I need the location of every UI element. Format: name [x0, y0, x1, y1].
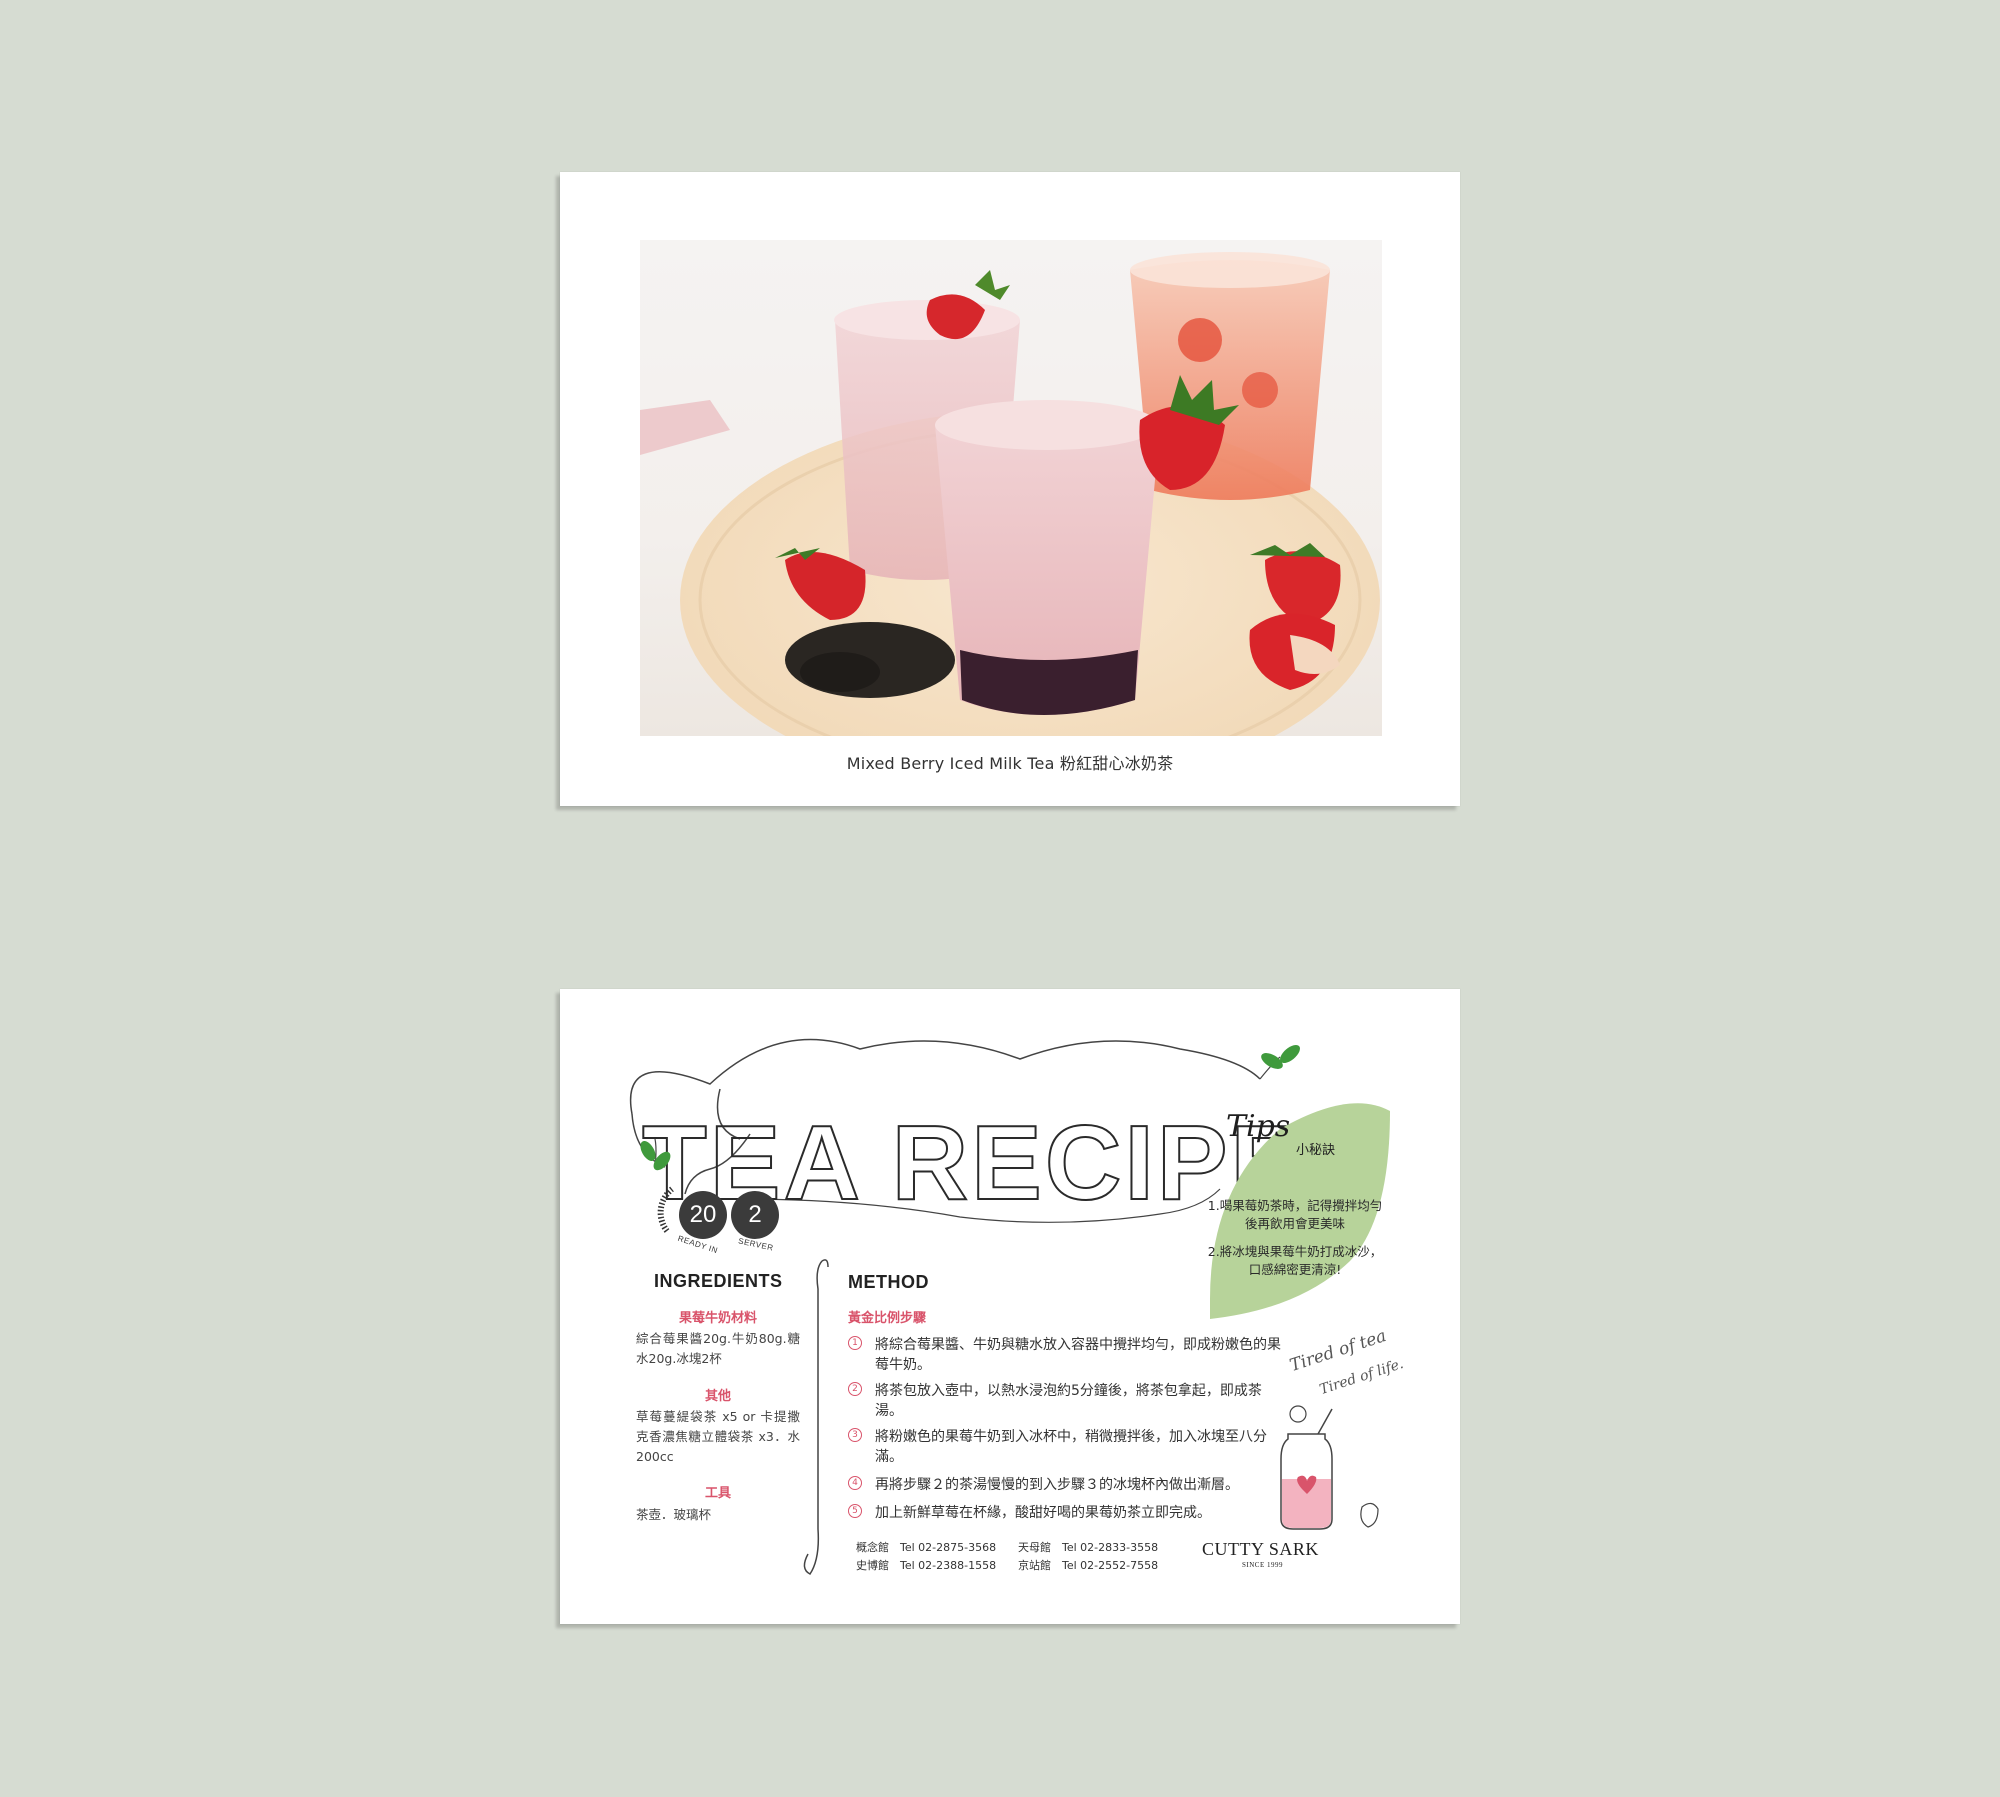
- step-text: 將茶包放入壺中，以熱水浸泡約5分鐘後，將茶包拿起，即成茶湯。: [875, 1383, 1262, 1419]
- method-step: 2 將茶包放入壺中，以熱水浸泡約5分鐘後，將茶包拿起，即成茶湯。: [848, 1381, 1308, 1421]
- ingredient-group-title: 其他: [704, 1389, 731, 1404]
- ingredient-group-title: 果莓牛奶材料: [678, 1311, 757, 1326]
- tips-title: Tips: [1226, 1109, 1291, 1144]
- server-badge: 2: [731, 1191, 779, 1239]
- step-number: 2: [848, 1382, 862, 1396]
- store-contact: 史博館 Tel 02-2388-1558: [856, 1559, 997, 1572]
- ingredient-group-text: 茶壺．玻璃杯: [636, 1507, 712, 1522]
- brand-since: SINCE 1999: [1242, 1561, 1283, 1569]
- method-divider: [803, 1260, 823, 1575]
- sprout-right-icon: [1259, 1045, 1300, 1080]
- photo-illustration: [640, 252, 1380, 736]
- ready-in-badge: 20: [679, 1191, 727, 1239]
- method-subheading: 黃金比例步驟: [848, 1311, 927, 1326]
- method-step: 3 將粉嫩色的果莓牛奶到入冰杯中，稍微攪拌後，加入冰塊至八分滿。: [848, 1427, 1308, 1467]
- step-text: 再將步驟２的茶湯慢慢的到入步驟３的冰塊杯內做出漸層。: [875, 1477, 1239, 1493]
- tip-item: 2.將冰塊與果莓牛奶打成冰沙，口感綿密更清涼!: [1207, 1244, 1383, 1277]
- store-contact: 概念館 Tel 02-2875-3568: [856, 1541, 997, 1554]
- product-photo: [640, 240, 1382, 736]
- step-text: 將綜合莓果醬、牛奶與糖水放入容器中攪拌均勻，即成粉嫩色的果莓牛奶。: [875, 1337, 1281, 1373]
- store-contact: 天母館 Tel 02-2833-3558: [1018, 1541, 1159, 1554]
- method-step: 4 再將步驟２的茶湯慢慢的到入步驟３的冰塊杯內做出漸層。: [848, 1475, 1308, 1495]
- ingredient-group-text: 草莓蔓緹袋茶 x5 or 卡提撒克香濃焦糖立體袋茶 x3．水200cc: [636, 1409, 800, 1464]
- step-number: 5: [848, 1504, 862, 1518]
- step-text: 將粉嫩色的果莓牛奶到入冰杯中，稍微攪拌後，加入冰塊至八分滿。: [875, 1429, 1267, 1465]
- ingredient-group-text: 綜合莓果醬20g.牛奶80g.糖水20g.冰塊2杯: [636, 1331, 800, 1366]
- napkin: [640, 400, 730, 455]
- tip-item: 1.喝果莓奶茶時，記得攪拌均勻後再飲用會更美味: [1207, 1198, 1383, 1231]
- step-number: 3: [848, 1428, 862, 1442]
- brand-logo: CUTTY SARK: [1202, 1539, 1319, 1559]
- back-card: TEA RECIPES 20 2 READY IN SERVER INGREDI…: [560, 989, 1460, 1624]
- step-number: 1: [848, 1336, 862, 1350]
- tips-subtitle: 小秘訣: [1296, 1143, 1336, 1158]
- swirl-line-top: [629, 1038, 1261, 1115]
- step-number: 4: [848, 1476, 862, 1490]
- front-card: Mixed Berry Iced Milk Tea 粉紅甜心冰奶茶: [560, 172, 1460, 806]
- ingredient-group-title: 工具: [704, 1486, 731, 1501]
- step-text: 加上新鮮草莓在杯緣，酸甜好喝的果莓奶茶立即完成。: [875, 1505, 1211, 1521]
- method-heading: METHOD: [848, 1272, 929, 1292]
- ingredients-heading: INGREDIENTS: [654, 1271, 783, 1291]
- method-step: 5 加上新鮮草莓在杯緣，酸甜好喝的果莓奶茶立即完成。: [848, 1503, 1308, 1523]
- method-step: 1 將綜合莓果醬、牛奶與糖水放入容器中攪拌均勻，即成粉嫩色的果莓牛奶。: [848, 1335, 1308, 1375]
- store-contact: 京站館 Tel 02-2552-7558: [1018, 1559, 1159, 1572]
- product-caption: Mixed Berry Iced Milk Tea 粉紅甜心冰奶茶: [846, 754, 1174, 773]
